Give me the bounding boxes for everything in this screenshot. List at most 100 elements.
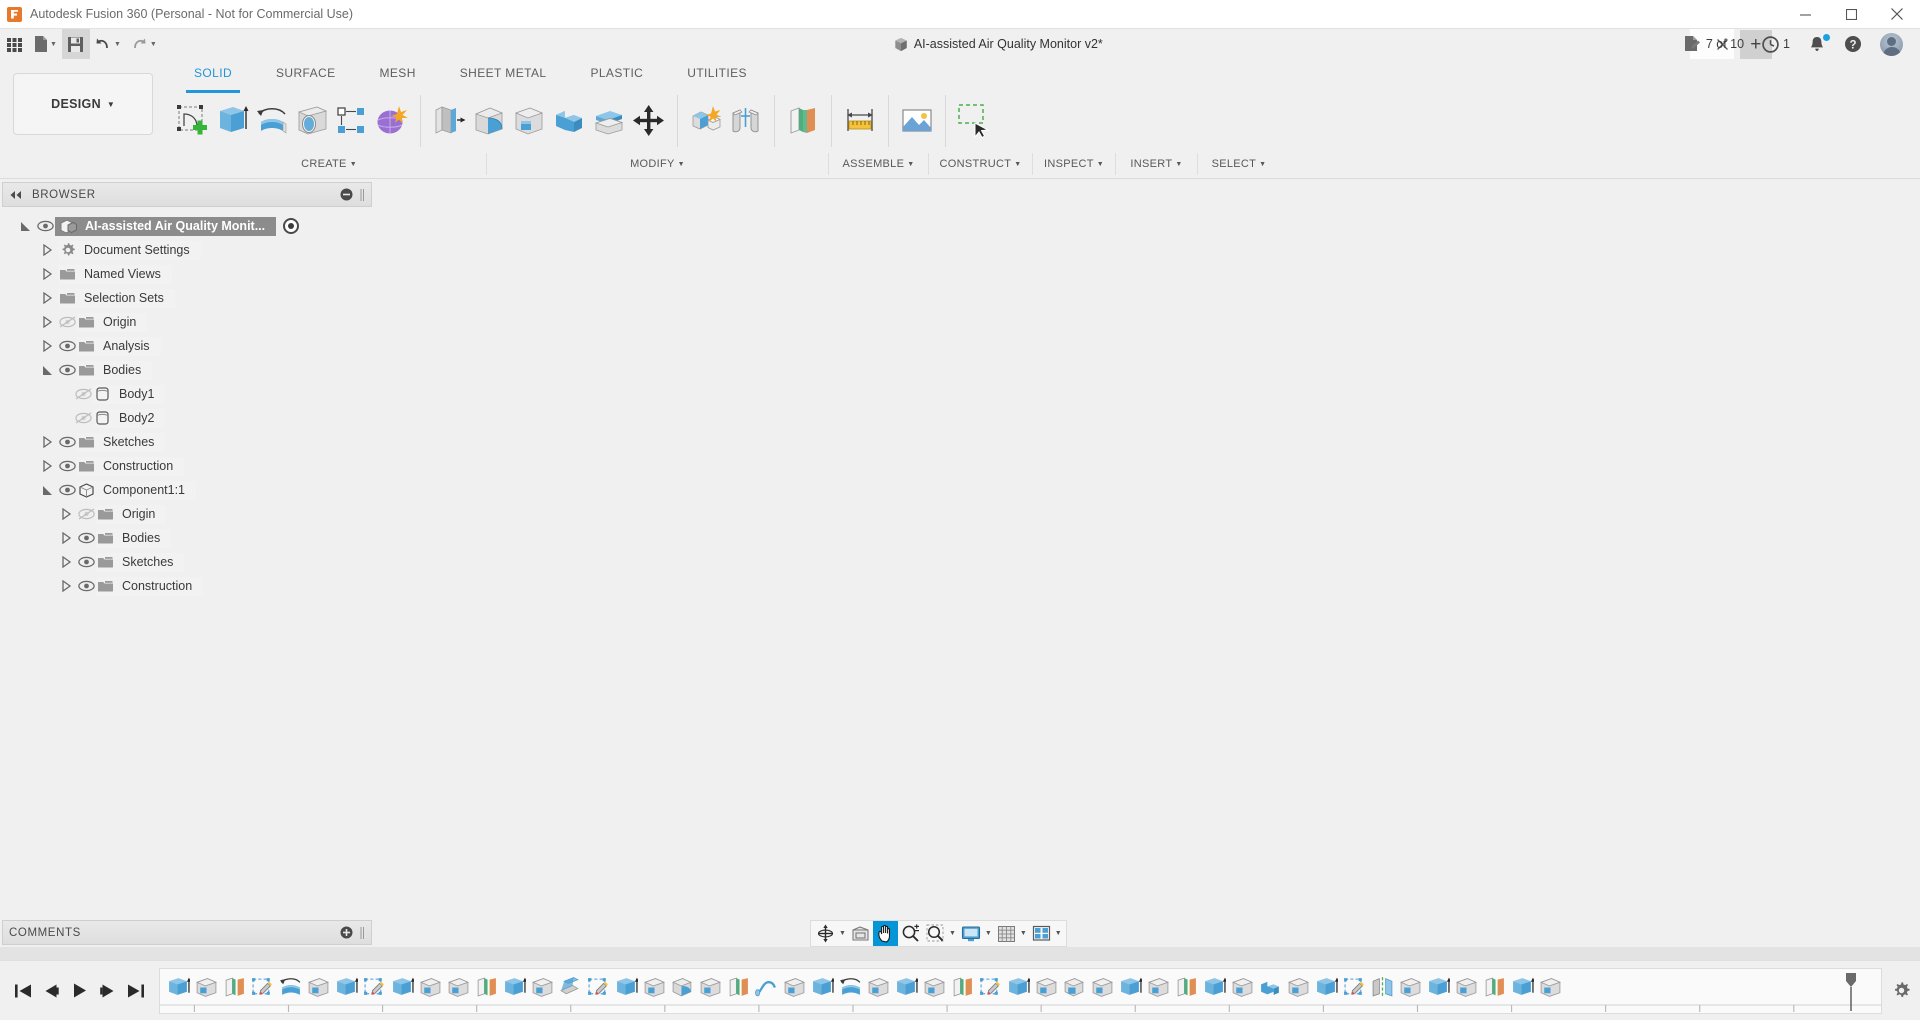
tab-plastic[interactable]: PLASTIC: [568, 66, 665, 88]
chevron-down-icon[interactable]: ▼: [1055, 930, 1062, 937]
twist-closed-icon[interactable]: [55, 550, 77, 574]
group-insert[interactable]: INSERT ▼: [1116, 153, 1198, 175]
tree-node-body2[interactable]: Body2: [0, 406, 378, 430]
tab-surface[interactable]: SURFACE: [254, 66, 357, 88]
visibility-eye-icon[interactable]: [58, 457, 77, 476]
fit-button[interactable]: [923, 921, 948, 946]
notifications-button[interactable]: [1799, 29, 1835, 59]
timeline-feature-extrude-10[interactable]: [1200, 970, 1228, 1004]
group-assemble[interactable]: ASSEMBLE ▼: [829, 153, 929, 175]
split-face-button[interactable]: [589, 96, 629, 146]
tree-node-body[interactable]: Construction: [77, 457, 184, 476]
pan-button[interactable]: [873, 921, 898, 946]
timeline-feature-loft[interactable]: [556, 970, 584, 1004]
tree-node-construction[interactable]: Construction: [0, 454, 378, 478]
timeline-feature-offset-plane-6[interactable]: [1480, 970, 1508, 1004]
tree-node-component1-sketches[interactable]: Sketches: [0, 550, 378, 574]
new-component-button[interactable]: [686, 96, 726, 146]
timeline-feature-sketch-9[interactable]: [780, 970, 808, 1004]
group-construct[interactable]: CONSTRUCT ▼: [929, 153, 1033, 175]
timeline-feature-extrude-4[interactable]: [500, 970, 528, 1004]
timeline-feature-sketch-18[interactable]: [1340, 970, 1368, 1004]
tree-node-component1-origin[interactable]: Origin: [0, 502, 378, 526]
timeline-feature-sketch-11[interactable]: [920, 970, 948, 1004]
tree-node-body[interactable]: Sketches: [77, 433, 165, 452]
twist-closed-icon[interactable]: [36, 238, 58, 262]
twist-open-icon[interactable]: [36, 358, 58, 382]
timeline-feature-combine[interactable]: [1256, 970, 1284, 1004]
visibility-eye-icon[interactable]: [77, 553, 96, 572]
timeline-feature-sketch-19[interactable]: [1396, 970, 1424, 1004]
tree-node-body[interactable]: Analysis: [77, 337, 161, 356]
timeline-feature-sketch-3[interactable]: [416, 970, 444, 1004]
group-modify[interactable]: MODIFY ▼: [487, 153, 829, 175]
visibility-eye-icon[interactable]: [58, 361, 77, 380]
tab-sheet-metal[interactable]: SHEET METAL: [438, 66, 569, 88]
twist-closed-icon[interactable]: [36, 262, 58, 286]
twist-closed-icon[interactable]: [55, 526, 77, 550]
timeline-settings-button[interactable]: [1882, 968, 1920, 1014]
zoom-button[interactable]: [898, 921, 923, 946]
maximize-button[interactable]: [1828, 0, 1874, 29]
shell-button[interactable]: [509, 96, 549, 146]
timeline-end-marker[interactable]: [1845, 971, 1855, 1013]
timeline-feature-sketch-20[interactable]: [1452, 970, 1480, 1004]
timeline-feature-mirror[interactable]: [1368, 970, 1396, 1004]
timeline-feature-extrude-12[interactable]: [1424, 970, 1452, 1004]
display-settings-button[interactable]: [958, 921, 984, 946]
timeline-feature-sketch-21[interactable]: [1536, 970, 1564, 1004]
grid-snaps-button[interactable]: [994, 921, 1019, 946]
revolve-button[interactable]: [252, 96, 292, 146]
twist-closed-icon[interactable]: [36, 454, 58, 478]
twist-closed-icon[interactable]: [36, 286, 58, 310]
tree-node-component1-bodies[interactable]: Bodies: [0, 526, 378, 550]
timeline-feature-offset-plane[interactable]: [220, 970, 248, 1004]
tree-node-bodies[interactable]: Bodies: [0, 358, 378, 382]
look-at-button[interactable]: [848, 921, 873, 946]
tree-node-selection-sets[interactable]: Selection Sets: [0, 286, 378, 310]
tree-node-root[interactable]: AI-assisted Air Quality Monit...: [0, 214, 378, 238]
timeline-feature-extrude-13[interactable]: [1508, 970, 1536, 1004]
timeline-feature-extrude-2[interactable]: [332, 970, 360, 1004]
tree-node-named-views[interactable]: Named Views: [0, 262, 378, 286]
activate-component-radio[interactable]: [283, 218, 299, 234]
move-copy-button[interactable]: [629, 96, 669, 146]
combine-button[interactable]: [549, 96, 589, 146]
close-button[interactable]: [1874, 0, 1920, 29]
timeline-feature-sketch-15[interactable]: [1144, 970, 1172, 1004]
timeline-feature-sketch-2[interactable]: [360, 970, 388, 1004]
chevron-down-icon[interactable]: ▼: [1020, 930, 1027, 937]
timeline-feature-offset-plane-2[interactable]: [472, 970, 500, 1004]
hole-button[interactable]: [292, 96, 332, 146]
extrude-button[interactable]: [212, 96, 252, 146]
visibility-eye-hidden-icon[interactable]: [74, 385, 93, 404]
timeline-step-forward-button[interactable]: [94, 976, 120, 1006]
tab-mesh[interactable]: MESH: [358, 66, 438, 88]
group-select[interactable]: SELECT ▼: [1198, 153, 1280, 175]
timeline-feature-sketch-13[interactable]: [1032, 970, 1060, 1004]
timeline-feature-fillet[interactable]: [668, 970, 696, 1004]
tree-node-body[interactable]: Selection Sets: [58, 289, 175, 308]
orbit-button[interactable]: [813, 921, 838, 946]
visibility-eye-hidden-icon[interactable]: [74, 409, 93, 428]
timeline-feature-shell[interactable]: [1060, 970, 1088, 1004]
tree-node-body[interactable]: Bodies: [96, 529, 171, 548]
timeline-step-back-button[interactable]: [38, 976, 64, 1006]
timeline-feature-revolve-2[interactable]: [836, 970, 864, 1004]
visibility-eye-icon[interactable]: [36, 217, 55, 236]
twist-open-icon[interactable]: [14, 214, 36, 238]
timeline-feature-sketch-6[interactable]: [584, 970, 612, 1004]
visibility-eye-icon[interactable]: [58, 337, 77, 356]
version-history[interactable]: 1: [1753, 29, 1799, 59]
timeline-feature-sketch-12[interactable]: [976, 970, 1004, 1004]
tree-node-body[interactable]: Component1:1: [77, 481, 196, 500]
joint-button[interactable]: [726, 96, 766, 146]
chevron-down-icon[interactable]: ▼: [839, 930, 846, 937]
select-button[interactable]: [954, 96, 994, 146]
timeline-feature-extrude-6[interactable]: [808, 970, 836, 1004]
tree-node-body[interactable]: Named Views: [58, 265, 172, 284]
twist-closed-icon[interactable]: [55, 502, 77, 526]
tree-node-body1[interactable]: Body1: [0, 382, 378, 406]
timeline-feature-sketch-14[interactable]: [1088, 970, 1116, 1004]
twist-closed-icon[interactable]: [36, 310, 58, 334]
